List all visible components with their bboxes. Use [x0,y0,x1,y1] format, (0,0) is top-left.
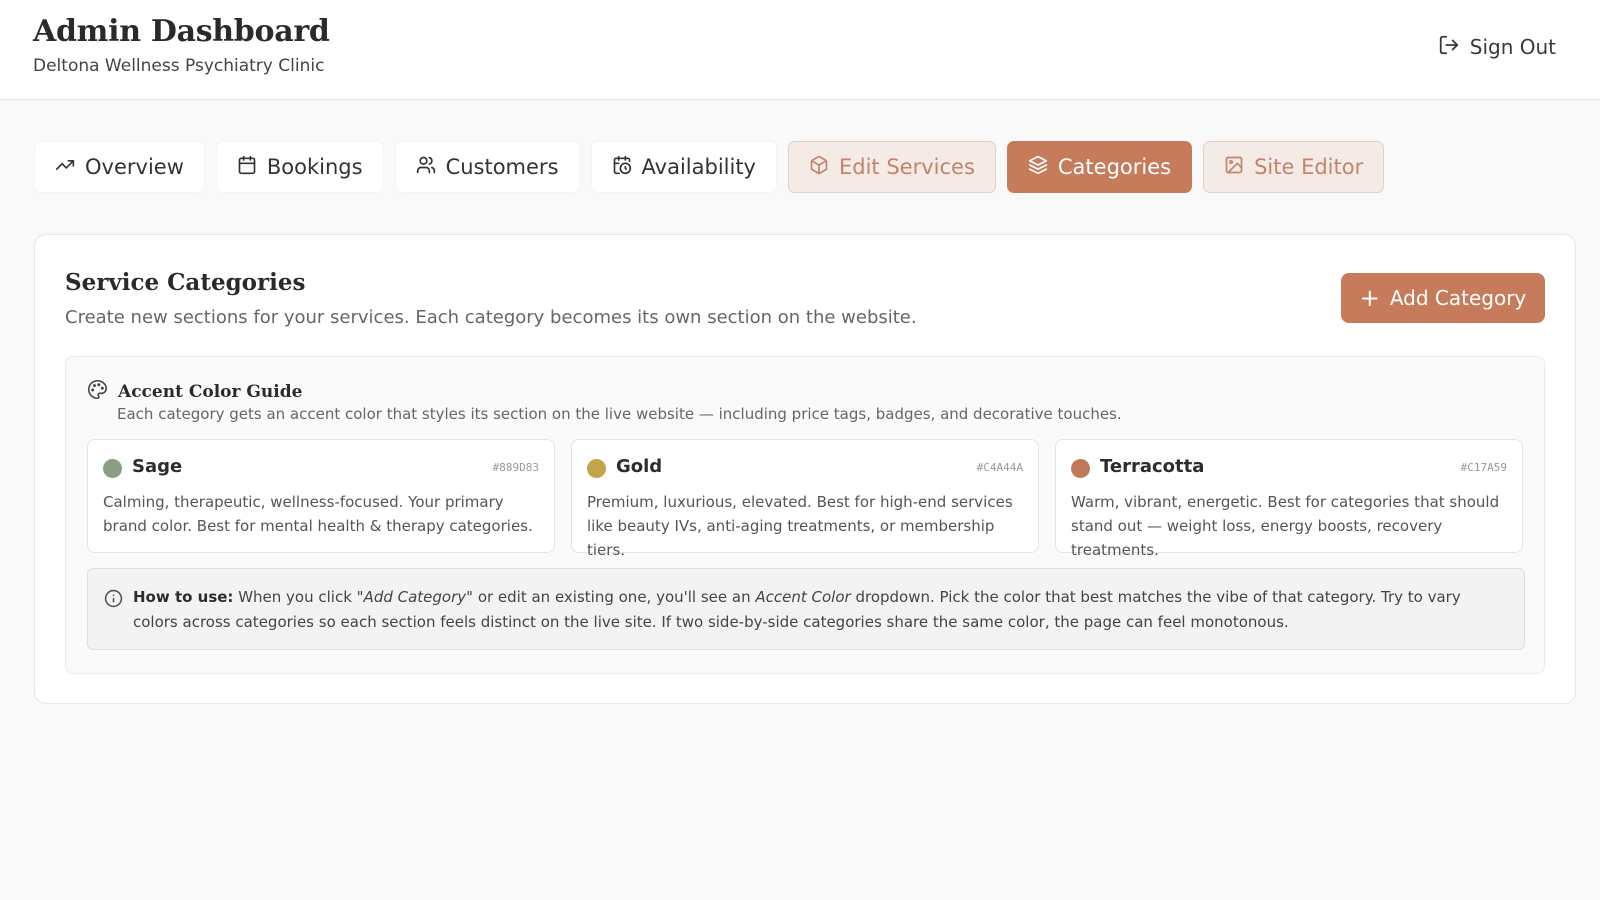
section-title: Service Categories [65,269,306,296]
calendar-clock-icon [612,155,632,180]
swatch-description: Warm, vibrant, energetic. Best for categ… [1071,493,1500,559]
swatch-hex: #889D83 [492,461,539,474]
package-icon [809,155,829,180]
guide-header: Accent Color Guide [87,379,302,404]
trending-up-icon [55,155,75,180]
how-to-text-part: or edit an existing one, you'll see an [473,588,756,606]
tab-customers[interactable]: Customers [394,141,580,193]
how-to-use-note: How to use: When you click "Add Category… [87,568,1525,650]
page-title: Admin Dashboard [33,14,330,49]
sign-out-button[interactable]: Sign Out [1438,32,1556,62]
tab-label: Customers [445,155,559,179]
swatch-hex: #C4A44A [976,461,1023,474]
tab-availability[interactable]: Availability [590,141,777,193]
tab-site-editor[interactable]: Site Editor [1203,141,1385,193]
tab-overview[interactable]: Overview [34,141,205,193]
color-swatches: Sage #889D83 Calming, therapeutic, welln… [87,439,1523,559]
swatch-terracotta: Terracotta #C17A59 Warm, vibrant, energe… [1055,439,1523,559]
swatch-sage: Sage #889D83 Calming, therapeutic, welln… [87,439,555,553]
log-out-icon [1438,34,1460,61]
tab-label: Edit Services [838,155,975,179]
tab-categories[interactable]: Categories [1006,141,1193,193]
tab-edit-services[interactable]: Edit Services [787,141,996,193]
plus-icon: + [1359,284,1380,312]
tab-label: Categories [1057,155,1172,179]
tab-bookings[interactable]: Bookings [215,141,384,193]
section-description: Create new sections for your services. E… [65,307,917,328]
swatch-description: Calming, therapeutic, wellness-focused. … [103,493,533,535]
palette-icon [87,379,108,404]
guide-title: Accent Color Guide [118,381,303,402]
service-categories-card: Service Categories Create new sections f… [34,234,1576,704]
how-to-emphasis: "Add Category" [356,588,474,606]
add-category-label: Add Category [1389,286,1527,310]
clinic-name: Deltona Wellness Psychiatry Clinic [33,56,325,76]
guide-description: Each category gets an accent color that … [117,405,1122,423]
how-to-text-part: When you click [233,588,357,606]
swatch-name: Sage [132,456,183,477]
color-dot [103,459,122,478]
add-category-button[interactable]: + Add Category [1341,273,1545,323]
color-dot [587,459,606,478]
how-to-use-text: How to use: When you click "Add Category… [133,585,1503,635]
header: Admin Dashboard Deltona Wellness Psychia… [0,0,1600,100]
swatch-description: Premium, luxurious, elevated. Best for h… [587,493,1013,559]
tab-label: Bookings [266,155,363,179]
calendar-icon [237,155,257,180]
tab-label: Overview [85,155,184,179]
accent-color-guide: Accent Color Guide Each category gets an… [65,356,1545,674]
nav-tabs: Overview Bookings Customers Availability… [34,141,1385,193]
how-to-emphasis: Accent Color [755,588,851,606]
image-icon [1224,155,1244,180]
swatch-name: Terracotta [1100,456,1205,477]
swatch-name: Gold [616,456,663,477]
color-dot [1071,459,1090,478]
sign-out-label: Sign Out [1469,35,1556,59]
tab-label: Site Editor [1254,155,1364,179]
how-to-label: How to use: [133,588,234,606]
users-icon [416,155,436,180]
swatch-hex: #C17A59 [1460,461,1507,474]
tab-label: Availability [641,155,756,179]
swatch-gold: Gold #C4A44A Premium, luxurious, elevate… [571,439,1039,559]
layers-icon [1028,155,1048,180]
